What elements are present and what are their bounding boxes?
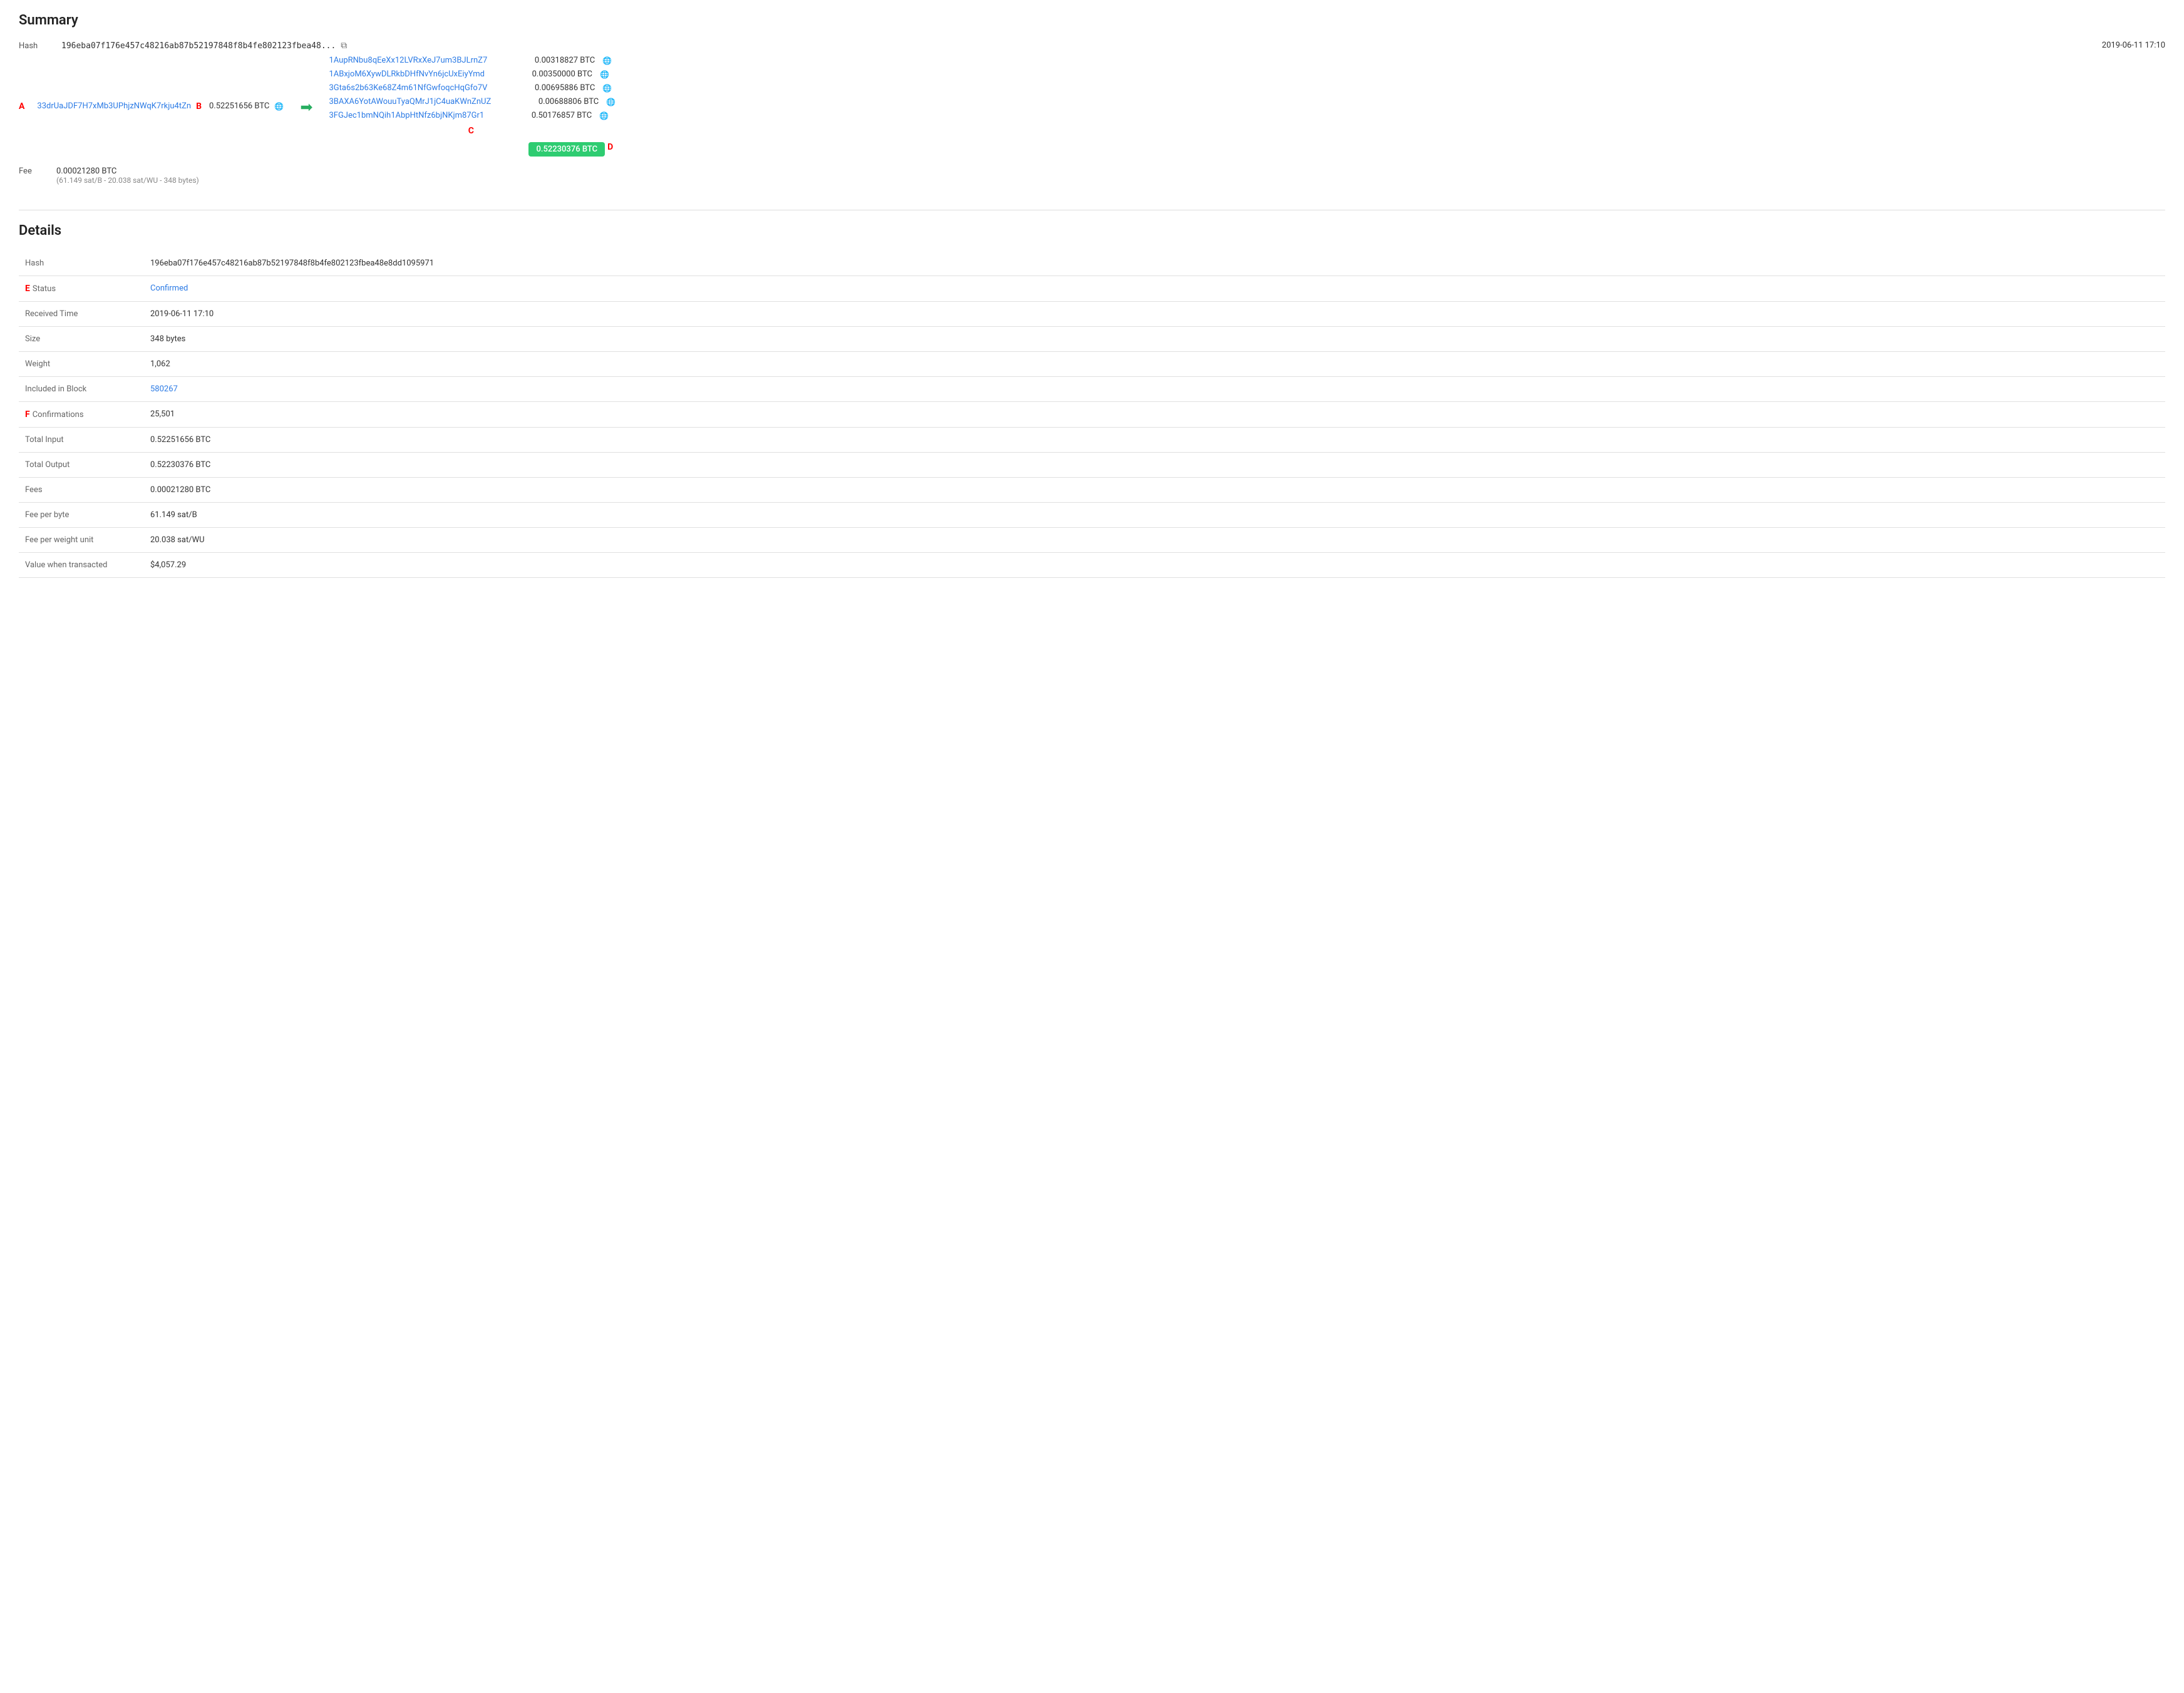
detail-row-total-output: Total Output 0.52230376 BTC: [19, 453, 2165, 478]
output-amount-1: 0.00350000 BTC: [492, 69, 592, 79]
detail-label-fee-per-byte: Fee per byte: [19, 503, 144, 528]
tx-inputs: 33drUaJDF7H7xMb3UPhjzNWqK7rkju4tZn B 0.5…: [37, 101, 284, 111]
detail-label-total-input: Total Input: [19, 428, 144, 453]
detail-row-size: Size 348 bytes: [19, 327, 2165, 352]
detail-row-hash: Hash 196eba07f176e457c48216ab87b52197848…: [19, 251, 2165, 276]
label-e: E: [25, 284, 30, 294]
summary-title: Summary: [19, 13, 2165, 28]
output-address-1[interactable]: 1ABxjoM6XywDLRkbDHfNvYn6jcUxEiyYmd: [329, 69, 485, 79]
detail-value-hash: 196eba07f176e457c48216ab87b52197848f8b4f…: [144, 251, 2165, 276]
detail-value-status: Confirmed: [144, 276, 2165, 302]
output-address-3[interactable]: 3BAXA6YotAWouuTyaQMrJ1jC4uaKWnZnUZ: [329, 97, 491, 106]
globe-icon-2: 🌐: [602, 84, 612, 93]
arrow-icon: ➡: [300, 98, 312, 116]
label-f: F: [25, 409, 30, 419]
output-amount-4: 0.50176857 BTC: [492, 111, 592, 120]
globe-icon-0: 🌐: [602, 56, 612, 65]
output-address-2[interactable]: 3Gta6s2b63Ke68Z4m61NfGwfoqcHqGfo7V: [329, 83, 487, 93]
hash-label: Hash: [19, 41, 56, 51]
total-output-badge: 0.52230376 BTC: [528, 142, 605, 157]
globe-icon-input: 🌐: [274, 102, 284, 111]
detail-label-weight: Weight: [19, 352, 144, 377]
label-a: A: [19, 101, 24, 111]
detail-label-block: Included in Block: [19, 377, 144, 402]
detail-row-fee-per-byte: Fee per byte 61.149 sat/B: [19, 503, 2165, 528]
detail-row-fee-per-wu: Fee per weight unit 20.038 sat/WU: [19, 528, 2165, 553]
detail-value-fee-per-wu: 20.038 sat/WU: [144, 528, 2165, 553]
label-c: C: [468, 126, 474, 136]
outputs-total-row: 0.52230376 BTC D: [329, 142, 616, 157]
detail-value-confirmations: 25,501: [144, 402, 2165, 428]
detail-label-total-output: Total Output: [19, 453, 144, 478]
output-row-1: 1ABxjoM6XywDLRkbDHfNvYn6jcUxEiyYmd 0.003…: [329, 69, 616, 79]
output-row-4: 3FGJec1bmNQih1AbpHtNfz6bjNKjm87Gr1 0.501…: [329, 111, 616, 120]
label-d: D: [607, 142, 613, 157]
detail-label-fees: Fees: [19, 478, 144, 503]
detail-value-received-time: 2019-06-11 17:10: [144, 302, 2165, 327]
detail-value-fee-per-byte: 61.149 sat/B: [144, 503, 2165, 528]
output-row-3: 3BAXA6YotAWouuTyaQMrJ1jC4uaKWnZnUZ 0.006…: [329, 97, 616, 106]
detail-label-fee-per-wu: Fee per weight unit: [19, 528, 144, 553]
detail-label-hash: Hash: [19, 251, 144, 276]
detail-value-block: 580267: [144, 377, 2165, 402]
globe-icon-3: 🌐: [606, 98, 616, 106]
detail-row-status: EStatus Confirmed: [19, 276, 2165, 302]
globe-icon-1: 🌐: [600, 70, 609, 79]
fee-sub: (61.149 sat/B - 20.038 sat/WU - 348 byte…: [56, 176, 199, 185]
fee-value-block: 0.00021280 BTC (61.149 sat/B - 20.038 sa…: [56, 167, 199, 185]
detail-label-size: Size: [19, 327, 144, 352]
details-title: Details: [19, 223, 2165, 239]
tx-outputs: 1AupRNbu8qEeXx12LVRxXeJ7um3BJLrnZ7 0.003…: [329, 56, 616, 157]
fee-row: Fee 0.00021280 BTC (61.149 sat/B - 20.03…: [19, 167, 2165, 185]
globe-icon-4: 🌐: [599, 111, 609, 120]
detail-label-received-time: Received Time: [19, 302, 144, 327]
tx-left: A 33drUaJDF7H7xMb3UPhjzNWqK7rkju4tZn B 0…: [19, 56, 616, 157]
detail-label-status: EStatus: [19, 276, 144, 302]
input-amount: 0.52251656 BTC: [209, 101, 269, 111]
tx-flow-row: A 33drUaJDF7H7xMb3UPhjzNWqK7rkju4tZn B 0…: [19, 56, 2165, 157]
detail-value-value-transacted: $4,057.29: [144, 553, 2165, 578]
detail-row-confirmations: FConfirmations 25,501: [19, 402, 2165, 428]
output-amount-0: 0.00318827 BTC: [495, 56, 595, 65]
detail-row-total-input: Total Input 0.52251656 BTC: [19, 428, 2165, 453]
output-row-0: 1AupRNbu8qEeXx12LVRxXeJ7um3BJLrnZ7 0.003…: [329, 56, 616, 65]
timestamp: 2019-06-11 17:10: [2102, 41, 2165, 50]
output-address-0[interactable]: 1AupRNbu8qEeXx12LVRxXeJ7um3BJLrnZ7: [329, 56, 487, 65]
block-link[interactable]: 580267: [150, 384, 178, 394]
fee-main: 0.00021280 BTC: [56, 167, 199, 176]
summary-section: Summary Hash 196eba07f176e457c48216ab87b…: [19, 13, 2165, 185]
details-section: Details Hash 196eba07f176e457c48216ab87b…: [19, 223, 2165, 578]
copy-icon[interactable]: ⧉: [341, 41, 347, 51]
detail-label-value-transacted: Value when transacted: [19, 553, 144, 578]
tx-input-row: 33drUaJDF7H7xMb3UPhjzNWqK7rkju4tZn B 0.5…: [37, 101, 284, 111]
details-table: Hash 196eba07f176e457c48216ab87b52197848…: [19, 251, 2165, 578]
input-address-link[interactable]: 33drUaJDF7H7xMb3UPhjzNWqK7rkju4tZn: [37, 101, 191, 111]
detail-row-weight: Weight 1,062: [19, 352, 2165, 377]
detail-row-value-transacted: Value when transacted $4,057.29: [19, 553, 2165, 578]
detail-label-confirmations: FConfirmations: [19, 402, 144, 428]
label-b: B: [196, 101, 202, 111]
output-row-2: 3Gta6s2b63Ke68Z4m61NfGwfoqcHqGfo7V 0.006…: [329, 83, 616, 93]
detail-value-weight: 1,062: [144, 352, 2165, 377]
status-confirmed: Confirmed: [150, 284, 188, 293]
detail-value-total-input: 0.52251656 BTC: [144, 428, 2165, 453]
output-amount-2: 0.00695886 BTC: [495, 83, 595, 93]
detail-row-received-time: Received Time 2019-06-11 17:10: [19, 302, 2165, 327]
output-address-4[interactable]: 3FGJec1bmNQih1AbpHtNfz6bjNKjm87Gr1: [329, 111, 484, 120]
hash-row: Hash 196eba07f176e457c48216ab87b52197848…: [19, 41, 347, 51]
output-amount-3: 0.00688806 BTC: [498, 97, 599, 106]
detail-value-fees: 0.00021280 BTC: [144, 478, 2165, 503]
hash-value-short: 196eba07f176e457c48216ab87b52197848f8b4f…: [61, 41, 336, 51]
detail-value-total-output: 0.52230376 BTC: [144, 453, 2165, 478]
fee-label: Fee: [19, 167, 56, 176]
detail-row-fees: Fees 0.00021280 BTC: [19, 478, 2165, 503]
summary-hash-row: Hash 196eba07f176e457c48216ab87b52197848…: [19, 41, 2165, 51]
detail-value-size: 348 bytes: [144, 327, 2165, 352]
detail-row-block: Included in Block 580267: [19, 377, 2165, 402]
